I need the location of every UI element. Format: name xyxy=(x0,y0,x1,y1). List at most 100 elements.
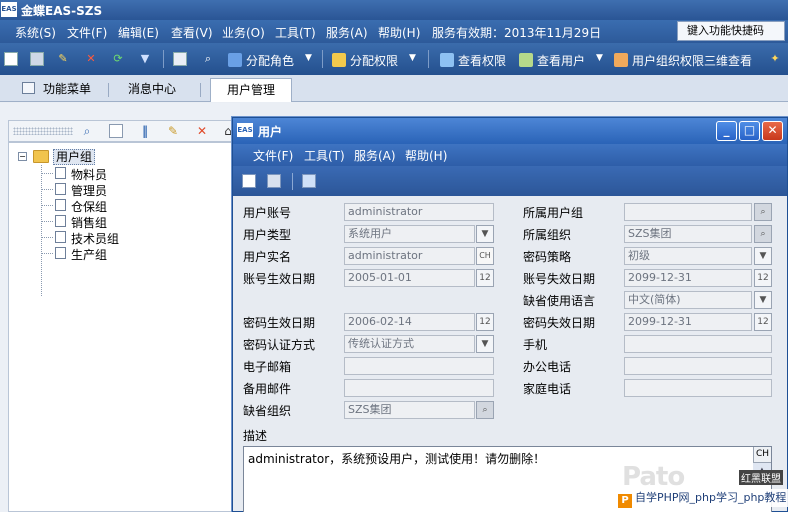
document-icon xyxy=(55,183,66,195)
mobile-field[interactable] xyxy=(624,335,772,353)
refresh-icon[interactable]: ⟳ xyxy=(111,52,125,66)
new-icon[interactable] xyxy=(4,52,18,66)
close-icon[interactable]: ✕ xyxy=(762,121,783,141)
menu-system[interactable]: 系统(S) xyxy=(15,24,56,41)
date-picker-icon[interactable]: 12 xyxy=(754,269,772,287)
delete-icon[interactable]: ✕ xyxy=(195,124,209,138)
menu-edit[interactable]: 编辑(E) xyxy=(118,24,159,41)
org-permission-3d-button[interactable]: 用户组织权限三维查看 xyxy=(614,52,752,69)
tree-root-label: 用户组 xyxy=(53,149,96,165)
backup-email-field[interactable] xyxy=(344,379,494,397)
password-auth-method-label: 密码认证方式 xyxy=(243,338,316,352)
toolbar-grip[interactable] xyxy=(13,127,73,135)
edit-icon[interactable]: ✎ xyxy=(166,124,180,138)
assign-permission-dropdown-icon[interactable]: ▼ xyxy=(409,53,416,63)
watermark-corner-text: 红黑联盟 xyxy=(739,470,783,485)
menu-help[interactable]: 帮助(H) xyxy=(378,24,420,41)
lookup-icon[interactable]: ⌕ xyxy=(754,203,772,221)
tab-message-center[interactable]: 消息中心 xyxy=(128,78,176,102)
app-title: 金蝶EAS-SZS xyxy=(21,4,103,18)
tab-function-menu[interactable]: 功能菜单 xyxy=(22,78,91,102)
user-type-select[interactable]: 系统用户 xyxy=(344,225,475,243)
tree-connector xyxy=(41,221,53,222)
organization-field[interactable]: SZS集团 xyxy=(624,225,752,243)
search-icon[interactable]: ⌕ xyxy=(80,124,94,138)
calendar-icon[interactable] xyxy=(173,52,187,66)
dialog-title-bar[interactable]: EAS 用户 _ □ ✕ xyxy=(233,118,787,144)
input-method-ch-button[interactable]: CH xyxy=(753,447,771,463)
folder-icon xyxy=(33,150,49,163)
menu-service[interactable]: 服务(A) xyxy=(326,24,368,41)
input-method-ch-button[interactable]: CH xyxy=(476,247,494,265)
new-icon[interactable] xyxy=(109,124,123,138)
tree-item-label: 销售组 xyxy=(71,216,108,230)
view-user-dropdown-icon[interactable]: ▼ xyxy=(596,53,603,63)
chevron-down-icon[interactable]: ▼ xyxy=(754,247,772,265)
assign-role-button[interactable]: 分配角色 xyxy=(228,52,294,69)
menu-tools[interactable]: 工具(T) xyxy=(275,24,316,41)
new-icon[interactable] xyxy=(242,174,256,188)
watermark-bar-text: 自学PHP网_php学习_php教程 xyxy=(635,491,787,504)
dialog-menu-service[interactable]: 服务(A) xyxy=(354,147,396,164)
password-policy-label: 密码策略 xyxy=(523,250,572,264)
dialog-menu-file[interactable]: 文件(F) xyxy=(253,147,293,164)
collapse-icon[interactable]: − xyxy=(18,152,27,161)
user-type-label: 用户类型 xyxy=(243,228,292,242)
view-user-icon xyxy=(519,53,533,67)
more-icon[interactable]: ✦ xyxy=(768,52,782,66)
lookup-icon[interactable]: ⌕ xyxy=(476,401,494,419)
save-icon[interactable] xyxy=(30,52,44,66)
menu-view[interactable]: 查看(V) xyxy=(171,24,213,41)
binoculars-icon[interactable]: ‖ xyxy=(138,124,152,138)
date-picker-icon[interactable]: 12 xyxy=(754,313,772,331)
password-expiry-date-field[interactable]: 2099-12-31 xyxy=(624,313,752,331)
find-icon[interactable]: ⌕ xyxy=(201,52,215,66)
dropdown-icon[interactable]: ▼ xyxy=(138,52,152,66)
save-icon[interactable] xyxy=(267,174,281,188)
password-effective-date-field[interactable]: 2006-02-14 xyxy=(344,313,475,331)
chevron-down-icon[interactable]: ▼ xyxy=(754,291,772,309)
lookup-icon[interactable]: ⌕ xyxy=(754,225,772,243)
menu-file[interactable]: 文件(F) xyxy=(67,24,107,41)
tab-user-management[interactable]: 用户管理 xyxy=(210,78,293,102)
menu-business[interactable]: 业务(O) xyxy=(222,24,265,41)
maximize-icon[interactable]: □ xyxy=(739,121,760,141)
chevron-down-icon[interactable]: ▼ xyxy=(476,225,494,243)
delete-icon[interactable]: ✕ xyxy=(84,52,98,66)
main-menu-bar: 系统(S) 文件(F) 编辑(E) 查看(V) 业务(O) 工具(T) 服务(A… xyxy=(0,20,788,43)
user-account-field[interactable]: administrator xyxy=(344,203,494,221)
toolbar-separator xyxy=(428,50,429,68)
default-language-select[interactable]: 中文(简体) xyxy=(624,291,752,309)
tab-function-menu-label: 功能菜单 xyxy=(43,82,92,96)
user-group-field[interactable] xyxy=(624,203,752,221)
account-expiry-date-field[interactable]: 2099-12-31 xyxy=(624,269,752,287)
assign-role-dropdown-icon[interactable]: ▼ xyxy=(305,53,312,63)
main-toolbar: ✎ ✕ ⟳ ▼ ⌕ 分配角色 ▼ 分配权限 ▼ 查看权限 查看用户 ▼ 用户组织… xyxy=(0,43,788,75)
org-permission-3d-icon xyxy=(614,53,628,67)
dialog-menu-help[interactable]: 帮助(H) xyxy=(405,147,447,164)
tree-connector xyxy=(41,205,53,206)
view-permission-button[interactable]: 查看权限 xyxy=(440,52,506,69)
real-name-field[interactable]: administrator xyxy=(344,247,475,265)
function-menu-icon xyxy=(22,82,35,94)
minimize-icon[interactable]: _ xyxy=(716,121,737,141)
export-icon[interactable] xyxy=(302,174,316,188)
home-phone-field[interactable] xyxy=(624,379,772,397)
edit-icon[interactable]: ✎ xyxy=(56,52,70,66)
date-picker-icon[interactable]: 12 xyxy=(476,313,494,331)
chevron-down-icon[interactable]: ▼ xyxy=(476,335,494,353)
assign-permission-button[interactable]: 分配权限 xyxy=(332,52,398,69)
account-expiry-date-label: 账号失效日期 xyxy=(523,272,596,286)
tree-connector xyxy=(41,237,53,238)
office-phone-field[interactable] xyxy=(624,357,772,375)
password-auth-method-select[interactable]: 传统认证方式 xyxy=(344,335,475,353)
password-policy-select[interactable]: 初级 xyxy=(624,247,752,265)
toolbar-separator xyxy=(322,50,323,68)
dialog-menu-tools[interactable]: 工具(T) xyxy=(304,147,345,164)
view-user-button[interactable]: 查看用户 xyxy=(519,52,585,69)
account-effective-date-field[interactable]: 2005-01-01 xyxy=(344,269,475,287)
email-field[interactable] xyxy=(344,357,494,375)
date-picker-icon[interactable]: 12 xyxy=(476,269,494,287)
default-org-field[interactable]: SZS集团 xyxy=(344,401,475,419)
shortcut-code-input[interactable]: 键入功能快捷码 xyxy=(677,21,785,41)
